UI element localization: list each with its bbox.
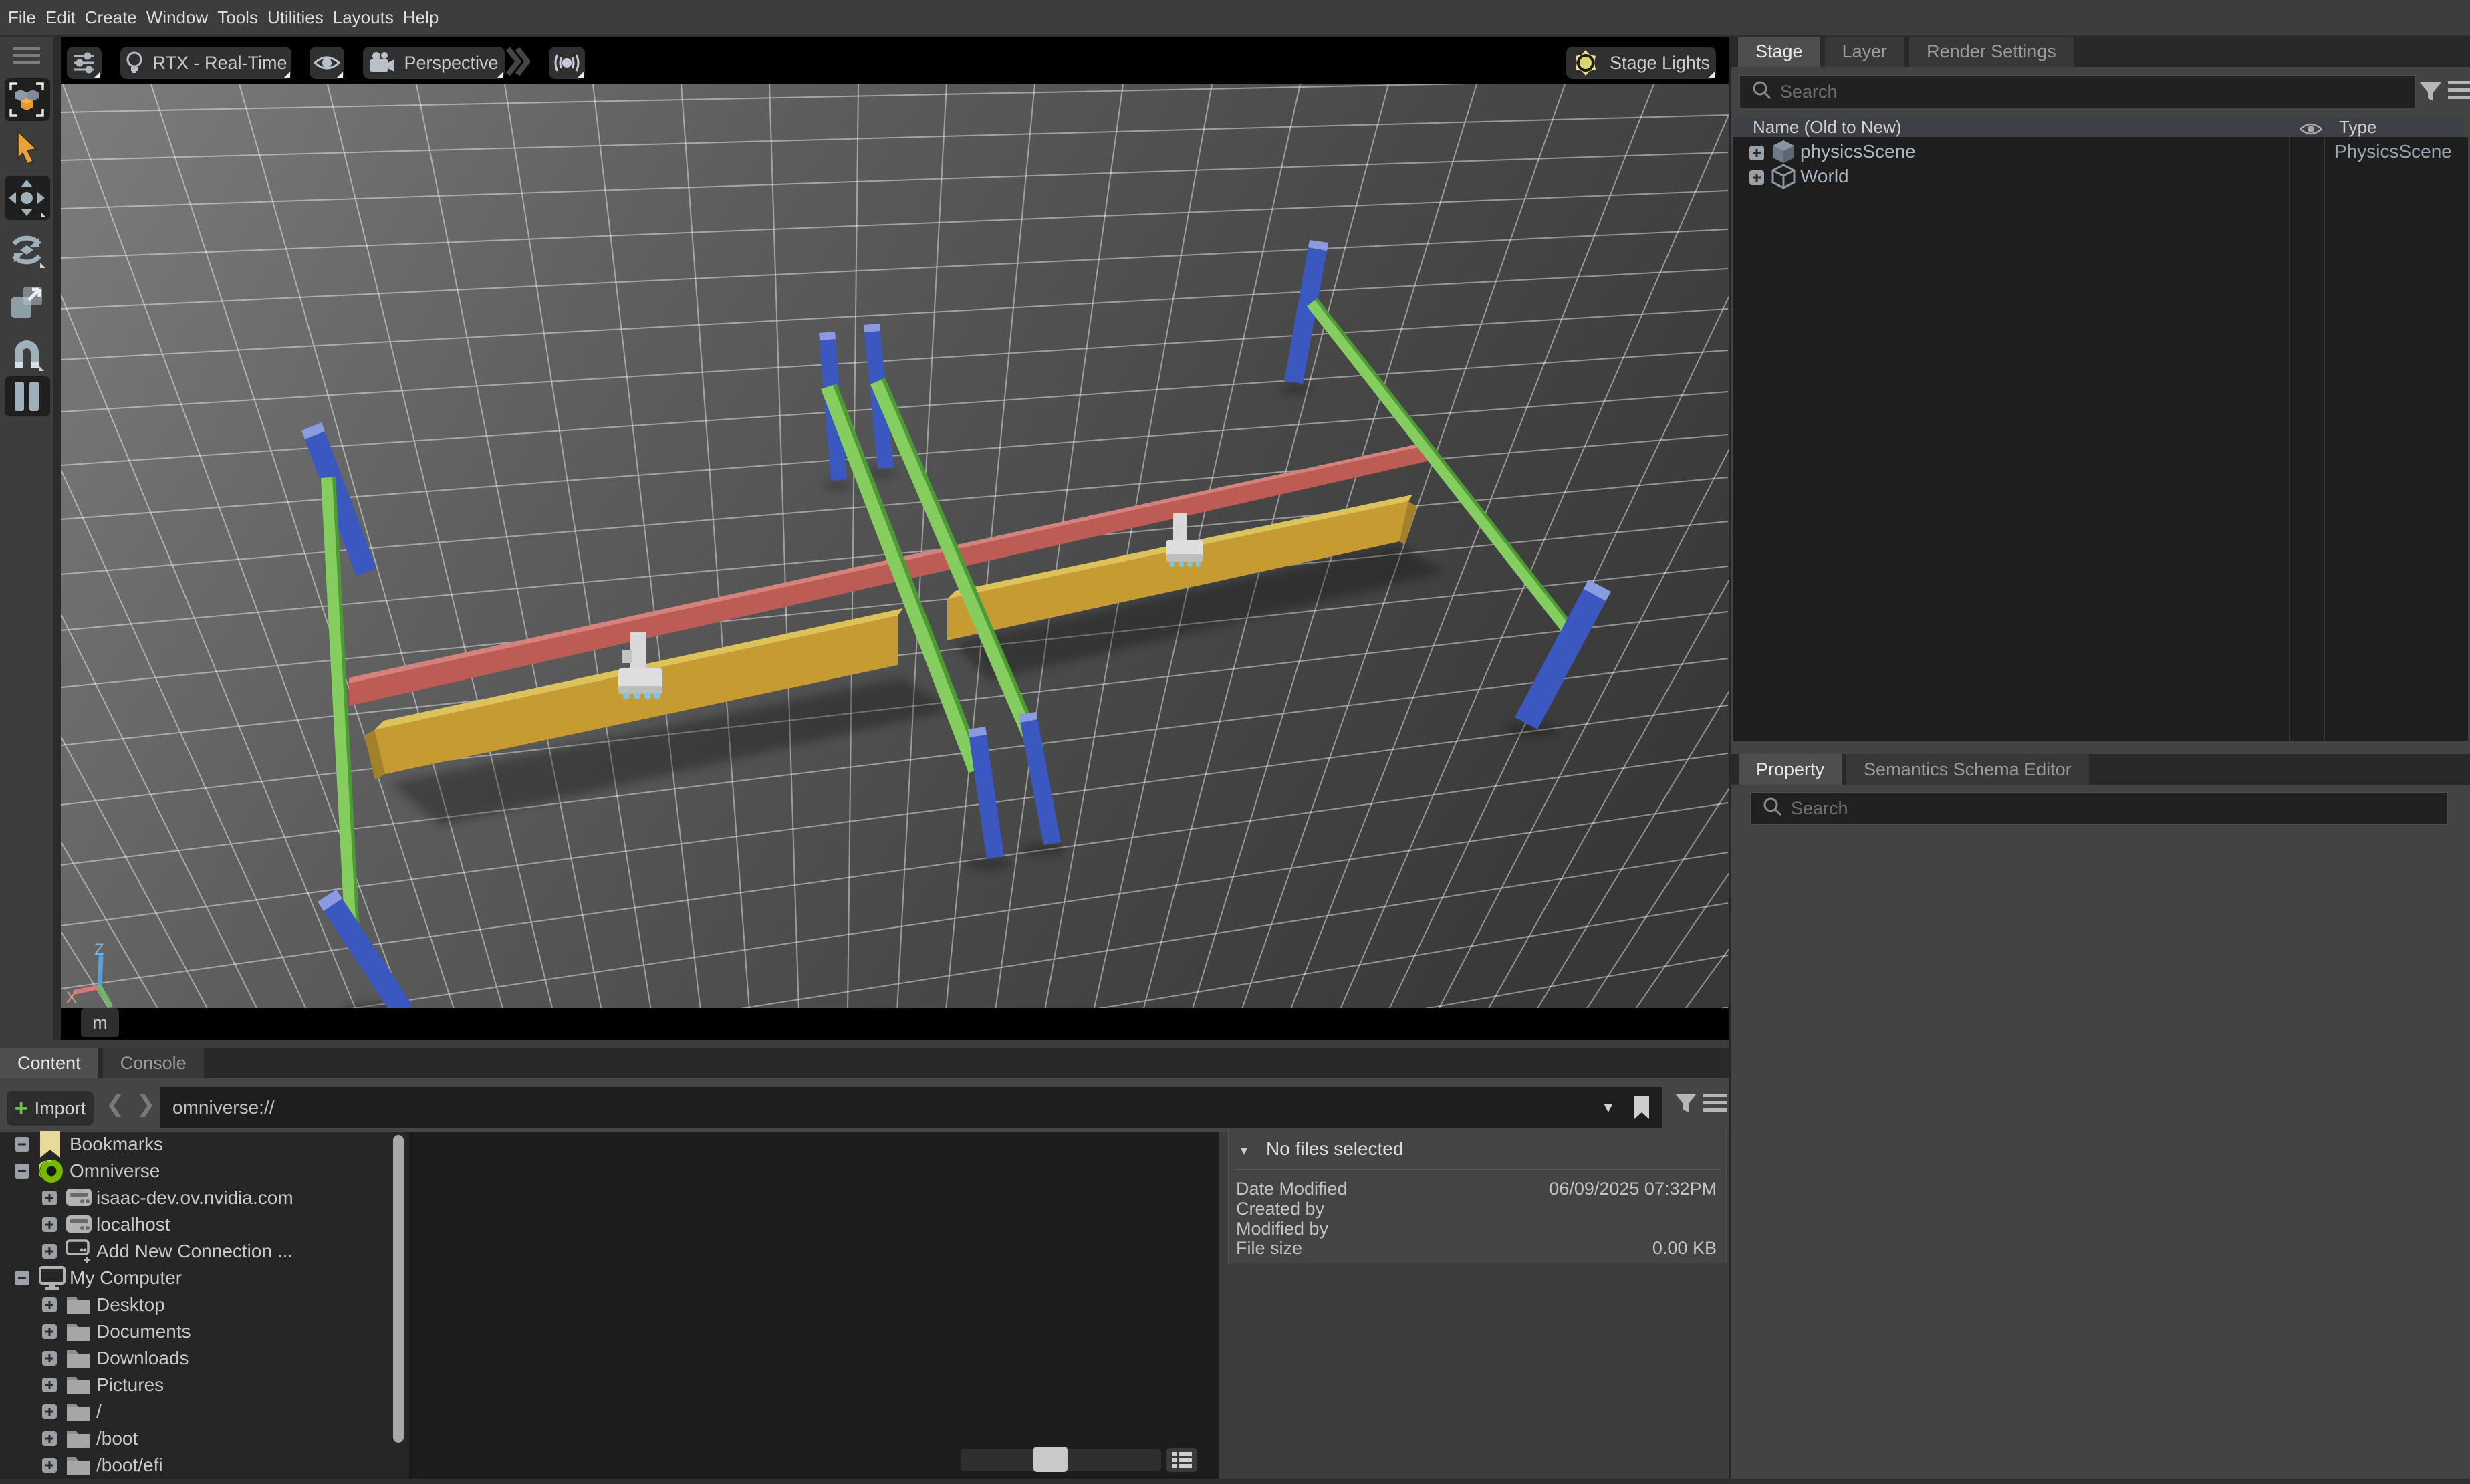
svg-text:Z: Z	[94, 941, 104, 959]
svg-text:X: X	[66, 989, 77, 1007]
